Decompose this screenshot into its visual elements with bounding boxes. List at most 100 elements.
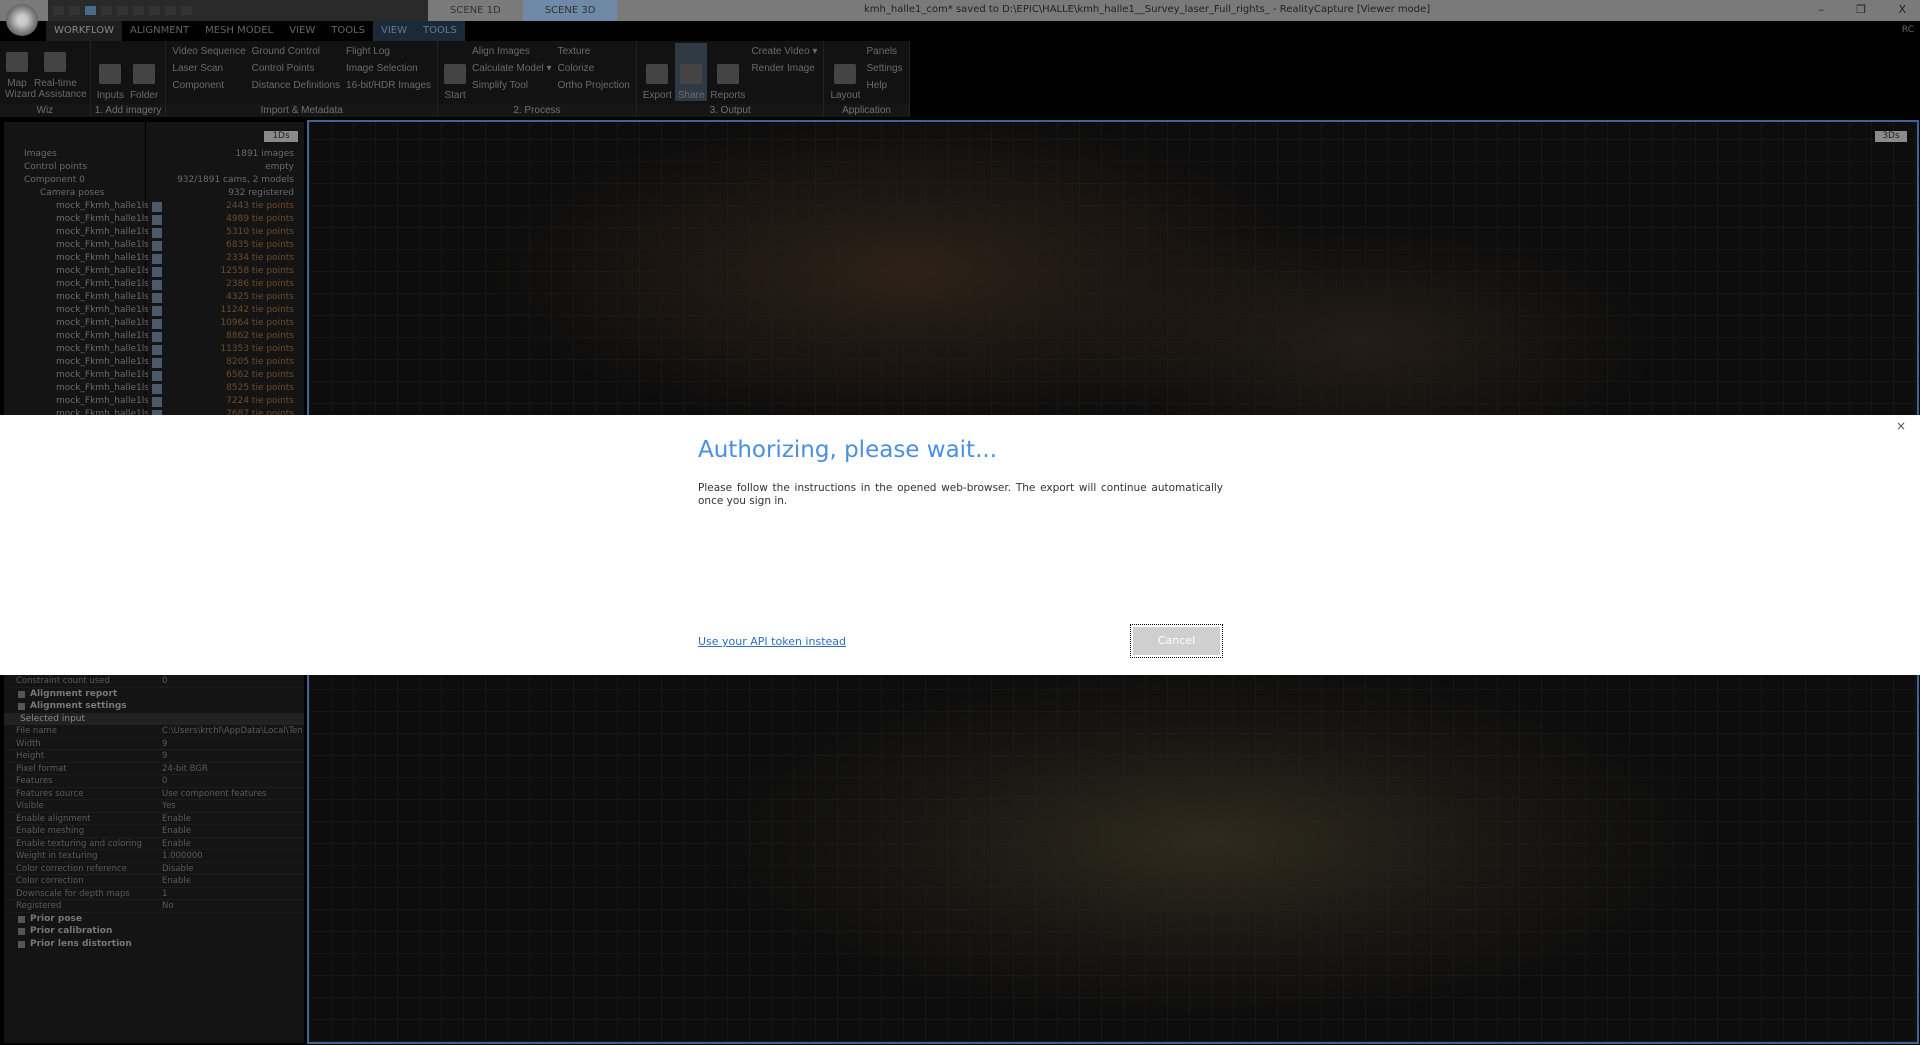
- export-button[interactable]: Export: [640, 43, 675, 101]
- tree-item[interactable]: Camera poses 932 registered: [4, 187, 294, 200]
- tab-view[interactable]: VIEW: [281, 21, 323, 41]
- render-image-button[interactable]: Render Image: [751, 60, 817, 77]
- camera-pose-item[interactable]: mock_Fkmh_halle1lspr2443 tie points: [4, 200, 294, 213]
- property-row[interactable]: Pixel format 24-bit BGR: [4, 763, 304, 775]
- tab-scene-view[interactable]: VIEW: [373, 21, 416, 41]
- distance-definitions-button[interactable]: Distance Definitions: [252, 77, 340, 94]
- 3ds-badge[interactable]: 3Ds: [1875, 131, 1907, 142]
- simplify-tool-button[interactable]: Simplify Tool: [472, 77, 552, 94]
- property-row[interactable]: Visible Yes: [4, 800, 304, 813]
- layout-icon[interactable]: [85, 6, 96, 15]
- property-row[interactable]: Features source Use component features: [4, 788, 304, 800]
- camera-pose-item[interactable]: mock_Fkmh_halle1lspr8205 tie points: [4, 356, 294, 369]
- align-images-button[interactable]: Align Images: [472, 43, 552, 60]
- share-button[interactable]: Share: [674, 43, 708, 101]
- camera-pose-item[interactable]: mock_Fkmh_halle1lspr10964 tie points: [4, 317, 294, 330]
- property-row[interactable]: Downscale for depth maps 1: [4, 888, 304, 900]
- panels-button[interactable]: Panels: [866, 43, 902, 60]
- layout-icon[interactable]: [53, 6, 64, 15]
- camera-pose-item[interactable]: mock_Fkmh_halle1lspr6835 tie points: [4, 239, 294, 252]
- layout-icon[interactable]: [69, 6, 80, 15]
- tab-mesh-model[interactable]: MESH MODEL: [197, 21, 281, 41]
- camera-pose-item[interactable]: mock_Fkmh_halle1lspr5310 tie points: [4, 226, 294, 239]
- laser-scan-button[interactable]: Laser Scan: [172, 60, 245, 77]
- camera-pose-item[interactable]: mock_Fkmh_halle1lspr2386 tie points: [4, 278, 294, 291]
- realtime-button[interactable]: Real-time: [31, 43, 80, 89]
- app-logo[interactable]: [6, 4, 38, 36]
- undo-icon[interactable]: [165, 6, 176, 15]
- property-row[interactable]: Color correction Enable: [4, 875, 304, 888]
- tab-scene-tools[interactable]: TOOLS: [415, 21, 465, 41]
- tree-item[interactable]: Component 0 932/1891 cams, 2 models: [4, 174, 294, 187]
- video-sequence-button[interactable]: Video Sequence: [172, 43, 245, 60]
- camera-pose-item[interactable]: mock_Fkmh_halle1lspr11242 tie points: [4, 304, 294, 317]
- camera-pose-item[interactable]: mock_Fkmh_halle1lspr4325 tie points: [4, 291, 294, 304]
- inputs-button[interactable]: Inputs: [94, 43, 127, 101]
- property-row[interactable]: Width 9: [4, 738, 304, 750]
- section-prior-lens-distortion[interactable]: Prior lens distortion: [4, 938, 304, 951]
- property-row[interactable]: File name C:\Users\krchl\AppData\Local\Te…: [4, 725, 304, 738]
- control-points-button[interactable]: Control Points: [252, 60, 340, 77]
- section-prior-pose[interactable]: Prior pose: [4, 913, 304, 926]
- property-row[interactable]: Weight in texturing 1.000000: [4, 850, 304, 863]
- layout-icon[interactable]: [117, 6, 128, 15]
- tab-scene-3d[interactable]: SCENE 3D: [522, 0, 618, 21]
- component-button[interactable]: Component: [172, 77, 245, 94]
- camera-pose-item[interactable]: mock_Fkmh_halle1lspr8525 tie points: [4, 382, 294, 395]
- flight-log-button[interactable]: Flight Log: [346, 43, 431, 60]
- folder-button[interactable]: Folder: [127, 43, 161, 101]
- ortho-projection-button[interactable]: Ortho Projection: [558, 77, 630, 94]
- 1ds-badge[interactable]: 1Ds: [264, 131, 298, 142]
- cancel-button[interactable]: Cancel: [1130, 624, 1223, 658]
- tree-item[interactable]: Control points empty: [4, 161, 294, 174]
- section-alignment-settings[interactable]: Alignment settings: [4, 700, 304, 713]
- tab-tools[interactable]: TOOLS: [323, 21, 373, 41]
- layout-icon[interactable]: [133, 6, 144, 15]
- settings-button[interactable]: Settings: [866, 60, 902, 77]
- tab-workflow[interactable]: WORKFLOW: [46, 21, 122, 41]
- layout-icon[interactable]: [101, 6, 112, 15]
- image-selection-button[interactable]: Image Selection: [346, 60, 431, 77]
- section-prior-calibration[interactable]: Prior calibration: [4, 925, 304, 938]
- property-row[interactable]: Enable meshing Enable: [4, 825, 304, 838]
- layout-button[interactable]: Layout: [827, 43, 863, 101]
- tab-alignment[interactable]: ALIGNMENT: [122, 21, 197, 41]
- property-row[interactable]: Height 9: [4, 750, 304, 763]
- restore-button[interactable]: ❐: [1856, 3, 1866, 16]
- api-token-link[interactable]: Use your API token instead: [698, 635, 846, 648]
- tab-scene-1d[interactable]: SCENE 1D: [428, 0, 523, 21]
- minimize-button[interactable]: –: [1819, 3, 1825, 16]
- property-row[interactable]: Enable alignment Enable: [4, 813, 304, 825]
- map-button[interactable]: Map: [3, 43, 31, 89]
- section-selected-input[interactable]: Selected input: [4, 712, 304, 725]
- rc-status-icons[interactable]: RC: [1902, 25, 1914, 35]
- property-row[interactable]: Enable texturing and coloring Enable: [4, 838, 304, 850]
- reports-button[interactable]: Reports: [707, 43, 748, 101]
- property-row[interactable]: Features 0: [4, 775, 304, 788]
- layout-icon[interactable]: [149, 6, 160, 15]
- close-button[interactable]: X: [1898, 3, 1906, 16]
- camera-pose-item[interactable]: mock_Fkmh_halle1lspr12558 tie points: [4, 265, 294, 278]
- property-row[interactable]: Registered No: [4, 900, 304, 913]
- group-import-metadata: Video Sequence Laser Scan Component Ground…: [166, 41, 439, 104]
- camera-pose-item[interactable]: mock_Fkmh_halle1lspr7224 tie points: [4, 395, 294, 408]
- help-button[interactable]: Help: [866, 77, 902, 94]
- tree-item[interactable]: Images 1891 images: [4, 148, 294, 161]
- ground-control-button[interactable]: Ground Control: [252, 43, 340, 60]
- property-row[interactable]: Color correction reference Disable: [4, 863, 304, 875]
- start-button[interactable]: Start: [441, 43, 469, 101]
- hdr-images-button[interactable]: 16-bit/HDR Images: [346, 77, 431, 94]
- create-video-button[interactable]: Create Video ▾: [751, 43, 817, 60]
- texture-button[interactable]: Texture: [558, 43, 630, 60]
- property-row[interactable]: Constraint count used 0: [4, 675, 304, 688]
- camera-pose-item[interactable]: mock_Fkmh_halle1lspr8862 tie points: [4, 330, 294, 343]
- section-alignment-report[interactable]: Alignment report: [4, 688, 304, 701]
- redo-icon[interactable]: [181, 6, 192, 15]
- camera-pose-item[interactable]: mock_Fkmh_halle1lspr2334 tie points: [4, 252, 294, 265]
- close-icon[interactable]: ×: [1896, 419, 1906, 433]
- camera-pose-item[interactable]: mock_Fkmh_halle1lspr4989 tie points: [4, 213, 294, 226]
- colorize-button[interactable]: Colorize: [558, 60, 630, 77]
- camera-pose-item[interactable]: mock_Fkmh_halle1lspr6562 tie points: [4, 369, 294, 382]
- camera-pose-item[interactable]: mock_Fkmh_halle1lspr11353 tie points: [4, 343, 294, 356]
- calculate-model-button[interactable]: Calculate Model ▾: [472, 60, 552, 77]
